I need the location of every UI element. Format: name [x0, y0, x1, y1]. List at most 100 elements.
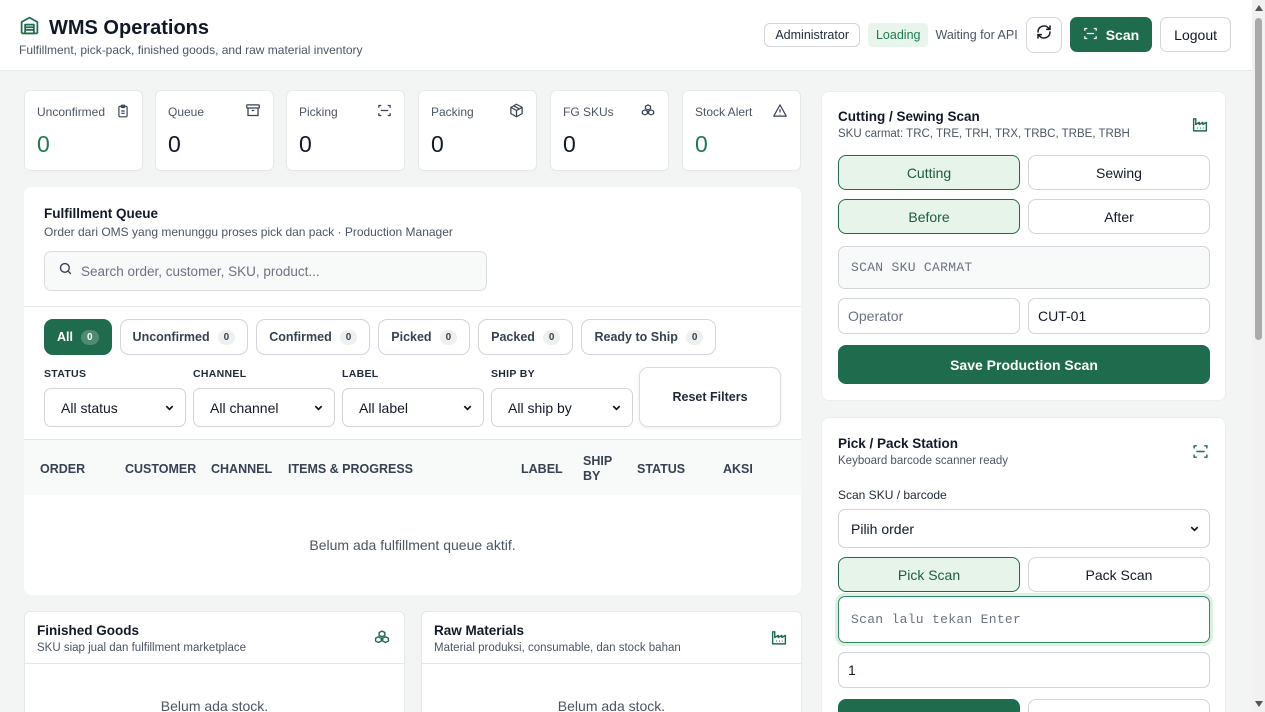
- after-toggle[interactable]: After: [1028, 199, 1210, 234]
- status-chips: All 0 Unconfirmed 0 Confirmed 0 Picked 0…: [44, 319, 717, 355]
- stat-label: Unconfirmed: [37, 105, 106, 119]
- col-by: BY: [583, 469, 601, 483]
- queue-search: [44, 251, 487, 291]
- empty-message: Belum ada stock.: [160, 698, 269, 712]
- label-filter-select[interactable]: All label: [342, 388, 484, 427]
- api-status-text: Waiting for API: [935, 27, 1018, 42]
- col-label: LABEL: [521, 462, 563, 476]
- stat-value: 0: [168, 131, 181, 157]
- barcode-scan-input[interactable]: [838, 596, 1210, 643]
- chevron-down-icon: [1189, 521, 1200, 537]
- cutting-toggle[interactable]: Cutting: [838, 155, 1020, 190]
- stat-label: Packing: [431, 105, 474, 119]
- search-input[interactable]: [81, 263, 461, 279]
- select-value: All ship by: [508, 399, 572, 416]
- panel-title: Finished Goods: [37, 623, 140, 638]
- station-input[interactable]: [1028, 298, 1210, 334]
- pick-scan-toggle[interactable]: Pick Scan: [838, 557, 1020, 592]
- chip-label: All: [57, 330, 73, 344]
- package-icon: [509, 103, 524, 123]
- scroll-up-icon[interactable]: [1255, 5, 1263, 11]
- stat-card-fg-skus: FG SKUs 0: [550, 90, 669, 171]
- channel-filter-select[interactable]: All channel: [193, 388, 335, 427]
- sku-carmat-input[interactable]: [838, 246, 1210, 289]
- scroll-thumb[interactable]: [1255, 18, 1262, 340]
- divider: [24, 306, 801, 307]
- chip-label: Unconfirmed: [132, 330, 210, 344]
- filter-label-ship-by: SHIP BY: [491, 368, 535, 380]
- col-status: STATUS: [637, 462, 686, 476]
- before-toggle[interactable]: Before: [838, 199, 1020, 234]
- col-items-progress: ITEMS & PROGRESS: [288, 462, 414, 476]
- brand: WMS Operations: [19, 15, 209, 41]
- panel-title: Pick / Pack Station: [838, 436, 959, 451]
- panel-title: Cutting / Sewing Scan: [838, 109, 980, 124]
- chip-all[interactable]: All 0: [44, 319, 112, 355]
- chip-count: 0: [339, 329, 358, 345]
- stat-label: Stock Alert: [695, 105, 753, 119]
- archive-icon: [245, 103, 261, 123]
- divider: [25, 663, 404, 664]
- status-filter-select[interactable]: All status: [44, 388, 186, 427]
- sewing-toggle[interactable]: Sewing: [1028, 155, 1210, 190]
- page-scrollbar[interactable]: [1252, 0, 1265, 712]
- chip-count: 0: [80, 329, 99, 345]
- stat-value: 0: [431, 131, 444, 157]
- pack-scan-toggle[interactable]: Pack Scan: [1028, 557, 1210, 592]
- stat-card-queue: Queue 0: [155, 90, 274, 171]
- col-aksi: AKSI: [723, 462, 753, 476]
- chip-unconfirmed[interactable]: Unconfirmed 0: [119, 319, 249, 355]
- chip-label: Confirmed: [269, 330, 332, 344]
- chevron-down-icon: [164, 400, 175, 416]
- refresh-icon: [1036, 24, 1052, 45]
- warehouse-icon: [19, 15, 40, 41]
- stat-card-picking: Picking 0: [286, 90, 405, 171]
- scan-icon: [1192, 443, 1209, 465]
- chevron-down-icon: [611, 400, 622, 416]
- select-value: All label: [359, 399, 409, 416]
- order-select[interactable]: Pilih order: [838, 509, 1210, 548]
- panel-subtitle: SKU carmat: TRC, TRE, TRH, TRX, TRBC, TR…: [838, 128, 1130, 140]
- scroll-down-icon[interactable]: [1255, 701, 1263, 707]
- col-channel: CHANNEL: [211, 462, 273, 476]
- chip-label: Packed: [491, 330, 535, 344]
- factory-icon: [770, 629, 788, 651]
- scan-button-label: Scan: [1105, 26, 1140, 43]
- chip-count: 0: [217, 329, 236, 345]
- stat-value: 0: [299, 131, 312, 157]
- quantity-input[interactable]: [838, 652, 1210, 688]
- clipboard-icon: [116, 103, 130, 124]
- operator-input[interactable]: [838, 298, 1020, 334]
- app-title: WMS Operations: [49, 16, 210, 39]
- secondary-scan-button[interactable]: [1028, 699, 1210, 712]
- filter-label-status: STATUS: [44, 368, 87, 380]
- save-production-scan-button[interactable]: Save Production Scan: [838, 345, 1210, 384]
- chevron-down-icon: [313, 400, 324, 416]
- stat-card-packing: Packing 0: [418, 90, 537, 171]
- select-value: All channel: [210, 399, 279, 416]
- queue-empty-message: Belum ada fulfillment queue aktif.: [309, 537, 516, 553]
- fulfillment-queue-panel: Fulfillment Queue Order dari OMS yang me…: [24, 187, 801, 595]
- chip-confirmed[interactable]: Confirmed 0: [256, 319, 371, 355]
- chip-count: 0: [685, 329, 704, 345]
- ship-by-filter-select[interactable]: All ship by: [491, 388, 633, 427]
- scan-button[interactable]: Scan: [1069, 17, 1153, 52]
- chip-packed[interactable]: Packed 0: [478, 319, 574, 355]
- role-badge: Administrator: [764, 22, 860, 47]
- chip-label: Picked: [391, 330, 432, 344]
- boxes-icon: [640, 103, 656, 123]
- stat-card-unconfirmed: Unconfirmed 0: [24, 90, 143, 171]
- chip-ready-to-ship[interactable]: Ready to Ship 0: [581, 319, 717, 355]
- chip-picked[interactable]: Picked 0: [378, 319, 471, 355]
- boxes-icon: [373, 629, 391, 651]
- reset-filters-button[interactable]: Reset Filters: [639, 367, 781, 427]
- select-value: Pilih order: [851, 520, 915, 537]
- refresh-button[interactable]: [1025, 16, 1062, 53]
- stat-card-stock-alert: Stock Alert 0: [682, 90, 801, 171]
- panel-title: Raw Materials: [434, 623, 525, 638]
- queue-subtitle: Order dari OMS yang menunggu proses pick…: [44, 225, 453, 239]
- panel-subtitle: Material produksi, consumable, dan stock…: [434, 642, 681, 654]
- chevron-down-icon: [462, 400, 473, 416]
- logout-button[interactable]: Logout: [1160, 17, 1231, 52]
- confirm-scan-button[interactable]: [838, 699, 1020, 712]
